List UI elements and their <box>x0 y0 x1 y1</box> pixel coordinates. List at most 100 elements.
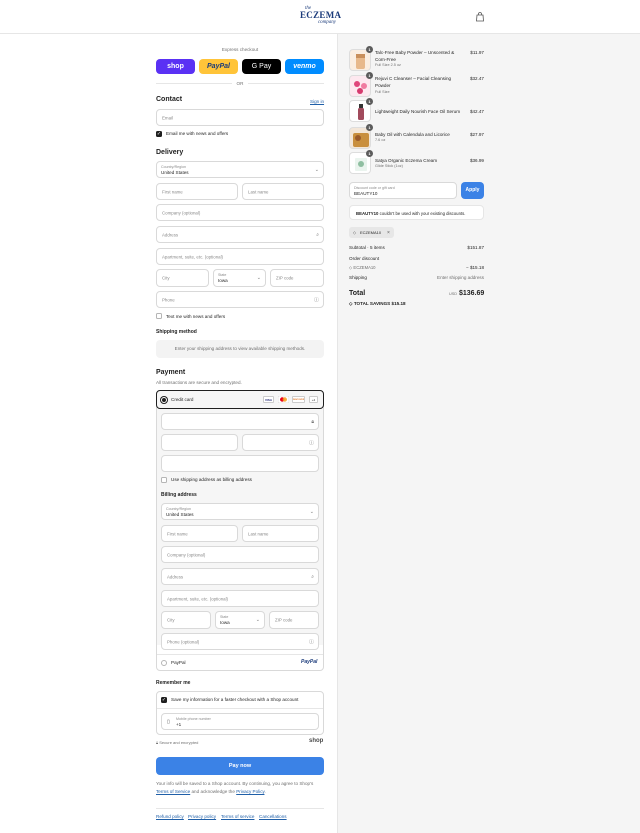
search-icon: ⌕ <box>311 573 314 580</box>
paypal-divider <box>157 654 323 655</box>
state-value: Iowa <box>218 278 228 283</box>
chevron-down-icon: ⌄ <box>256 275 261 281</box>
paypal-button[interactable]: PayPal <box>199 59 238 74</box>
state-label: State <box>218 273 227 277</box>
discover-icon: DISCOVER <box>292 396 305 403</box>
shop-pay-button[interactable]: shop <box>156 59 195 74</box>
discount-code-label: Discount code or gift card <box>354 186 395 190</box>
paypal-logo: PayPal <box>301 659 318 665</box>
email-placeholder: Email <box>162 115 173 120</box>
newsletter-label: Email me with news and offers <box>166 131 229 136</box>
first-name-placeholder: First name <box>162 189 183 194</box>
billing-company-field[interactable]: Company (optional) <box>161 546 319 563</box>
city-field[interactable]: City <box>156 269 209 287</box>
footer-terms-of-service[interactable]: Terms of service <box>221 814 254 819</box>
chevron-down-icon: ⌄ <box>255 617 260 623</box>
help-icon[interactable]: ⓘ <box>314 296 319 303</box>
subtotal-label: Subtotal · 5 items <box>349 245 385 250</box>
shipping-method-title: Shipping method <box>156 329 197 335</box>
venmo-button[interactable]: venmo <box>285 59 324 74</box>
order-discount-code-text: ECZEMA10 <box>353 265 376 270</box>
company-field[interactable]: Company (optional) <box>156 204 324 221</box>
sign-in-link[interactable]: Sign in <box>310 99 324 104</box>
footer-refund-policy[interactable]: Refund policy <box>156 814 184 819</box>
brand-logo[interactable]: the ECZEMA company <box>300 6 341 25</box>
paypal-radio[interactable] <box>161 660 167 666</box>
card-number-field[interactable]: 🔒︎ <box>161 413 319 430</box>
footer-privacy-policy[interactable]: Privacy policy <box>188 814 216 819</box>
billing-first-name-field[interactable]: First name <box>161 525 238 542</box>
delivery-title: Delivery <box>156 149 184 156</box>
product-price: $32.47 <box>469 76 484 81</box>
footer-cancellations[interactable]: Cancellations <box>259 814 287 819</box>
billing-country-value: United States <box>166 512 194 517</box>
apartment-field[interactable]: Apartment, suite, etc. (optional) <box>156 248 324 265</box>
google-pay-button[interactable]: G Pay <box>242 59 281 74</box>
billing-state-value: Iowa <box>220 620 230 625</box>
order-summary-pane <box>337 34 640 833</box>
remove-discount-icon[interactable]: × <box>387 230 390 236</box>
security-code-field[interactable]: ⓘ <box>242 434 319 451</box>
billing-address-field[interactable]: Address ⌕ <box>161 568 319 585</box>
help-icon[interactable]: ⓘ <box>309 638 314 645</box>
phone-field[interactable]: Phone ⓘ <box>156 291 324 308</box>
quantity-badge: 1 <box>366 124 373 131</box>
billing-address-title: Billing address <box>161 492 197 498</box>
billing-last-name-field[interactable]: Last name <box>242 525 319 542</box>
remember-me-title: Remember me <box>156 680 191 686</box>
billing-country-select[interactable]: Country/Region United States ⌄ <box>161 503 319 520</box>
total-label: Total <box>349 290 366 297</box>
shop-privacy-link[interactable]: Privacy Policy <box>236 789 264 794</box>
order-discount-amount: − $15.18 <box>465 265 484 270</box>
use-shipping-checkbox[interactable] <box>161 477 167 483</box>
tag-icon: ◇ <box>349 265 353 270</box>
zip-field[interactable]: ZIP code <box>270 269 324 287</box>
product-price: $11.97 <box>470 50 484 55</box>
product-variant: Full Size <box>375 90 390 94</box>
billing-apartment-placeholder: Apartment, suite, etc. (optional) <box>167 596 229 601</box>
mastercard-icon <box>278 396 289 403</box>
name-on-card-field[interactable] <box>161 455 319 472</box>
apply-button[interactable]: Apply <box>461 182 484 199</box>
first-name-field[interactable]: First name <box>156 183 238 200</box>
help-icon[interactable]: ⓘ <box>309 439 314 446</box>
billing-city-field[interactable]: City <box>161 611 211 629</box>
credit-card-radio[interactable] <box>161 397 167 403</box>
secure-encrypted-text: Secure and encrypted <box>159 740 199 745</box>
legal-text-end: . <box>264 789 266 794</box>
discount-code-field[interactable]: Discount code or gift card BEAUTY10 <box>349 182 457 199</box>
pay-now-button[interactable]: Pay now <box>156 757 324 775</box>
mobile-phone-field[interactable]: ▯ Mobile phone number +1 <box>161 713 319 730</box>
address-field[interactable]: Address ⌕ <box>156 226 324 243</box>
email-field[interactable]: Email <box>156 109 324 126</box>
footer-divider <box>156 808 324 809</box>
billing-zip-placeholder: ZIP code <box>275 617 293 623</box>
billing-zip-field[interactable]: ZIP code <box>269 611 319 629</box>
expiration-date-field[interactable] <box>161 434 238 451</box>
quantity-badge: 1 <box>366 72 373 79</box>
last-name-field[interactable]: Last name <box>242 183 324 200</box>
shop-logo: shop <box>309 738 324 744</box>
country-value: United States <box>161 170 189 175</box>
payment-subtitle: All transactions are secure and encrypte… <box>156 380 242 385</box>
shipping-value: Enter shipping address <box>437 275 484 280</box>
shopping-bag-icon[interactable] <box>475 12 485 22</box>
tag-icon: ◇ <box>349 301 353 306</box>
phone-placeholder: Phone <box>162 297 175 302</box>
discount-error-message: BEAUTY10 couldn't be used with your exis… <box>356 211 466 216</box>
product-name: Talc-Free Baby Powder – Unscented & Corn… <box>375 50 455 62</box>
billing-state-select[interactable]: State Iowa ⌄ <box>215 611 265 629</box>
sms-checkbox[interactable] <box>156 313 162 319</box>
save-info-checkbox[interactable]: ✓ <box>161 697 167 703</box>
billing-apartment-field[interactable]: Apartment, suite, etc. (optional) <box>161 590 319 607</box>
address-placeholder: Address <box>162 232 179 237</box>
last-name-placeholder: Last name <box>248 189 269 194</box>
visa-icon: VISA <box>263 396 274 403</box>
billing-phone-field[interactable]: Phone (optional) ⓘ <box>161 633 319 650</box>
subtotal-value: $151.87 <box>467 245 484 250</box>
product-name: Baby Oil with Calendula and Licorice <box>375 132 450 137</box>
shop-terms-link[interactable]: Terms of Service <box>156 789 190 794</box>
country-select[interactable]: Country/Region United States ⌄ <box>156 161 324 178</box>
newsletter-checkbox[interactable]: ✓ <box>156 131 162 137</box>
state-select[interactable]: State Iowa ⌄ <box>213 269 266 287</box>
